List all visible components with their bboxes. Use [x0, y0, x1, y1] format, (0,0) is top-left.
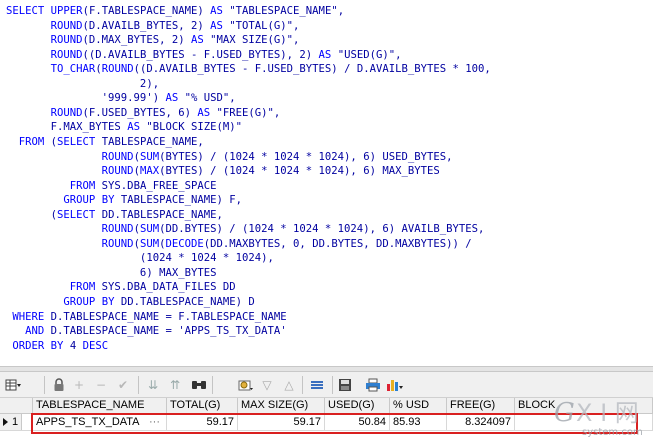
code-line: 2), [6, 77, 160, 90]
code-line: ROUND(D.AVAILB_BYTES, 2) AS "TOTAL(G)", [50, 19, 300, 32]
column-header[interactable]: USED(G) [325, 398, 390, 413]
current-row-arrow-icon [3, 414, 9, 435]
code-line: FROM SYS.DBA_DATA_FILES DD [69, 281, 236, 294]
export-icon[interactable] [308, 376, 326, 394]
row-number: 1 [0, 414, 22, 430]
column-header[interactable]: FREE(G) [447, 398, 515, 413]
code-line: F.MAX_BYTES AS "BLOCK SIZE(M)" [6, 121, 243, 134]
post-icon[interactable]: ✔ [114, 376, 132, 394]
ellipsis-button[interactable]: ··· [149, 414, 160, 430]
sql-editor[interactable]: SELECT UPPER(F.TABLESPACE_NAME) AS "TABL… [0, 0, 653, 366]
cell-max-size[interactable]: 59.17 [238, 414, 325, 430]
code-line: ROUND(MAX(BYTES) / (1024 * 1024 * 1024),… [101, 165, 440, 178]
code-line: FROM (SELECT TABLESPACE_NAME, [18, 135, 204, 148]
row-indicator-header [0, 398, 33, 413]
grid-header: TABLESPACE_NAME TOTAL(G) MAX SIZE(G) USE… [0, 398, 653, 414]
cell-used[interactable]: 50.84 [325, 414, 390, 430]
filter-icon[interactable] [236, 376, 254, 394]
column-header[interactable]: BLOCK [515, 398, 653, 413]
code-line: ROUND(SUM(DD.BYTES) / (1024 * 1024 * 102… [101, 223, 485, 236]
code-line: GROUP BY DD.TABLESPACE_NAME) D [63, 296, 255, 308]
cell-tablespace-name[interactable]: APPS_TS_TX_DATA ··· [33, 414, 167, 430]
cell-pct-used[interactable]: 85.93 [390, 414, 447, 430]
column-header[interactable]: TABLESPACE_NAME [33, 398, 167, 413]
delete-row-icon[interactable]: − [92, 376, 110, 394]
grid-menu-icon[interactable] [4, 376, 22, 394]
save-icon[interactable] [336, 376, 354, 394]
code-line: ROUND(SUM(BYTES) / (1024 * 1024 * 1024),… [101, 150, 453, 163]
code-line: FROM SYS.DBA_FREE_SPACE [69, 179, 217, 192]
cell-value: APPS_TS_TX_DATA [36, 416, 140, 428]
code-line: (SELECT DD.TABLESPACE_NAME, [6, 208, 223, 221]
code-line: ROUND(SUM(DECODE(DD.MAXBYTES, 0, DD.BYTE… [101, 237, 472, 250]
code-line: 6) MAX_BYTES [6, 266, 217, 279]
last-icon[interactable]: ⇈ [166, 376, 184, 394]
column-header[interactable]: TOTAL(G) [167, 398, 238, 413]
column-header[interactable]: % USD [390, 398, 447, 413]
add-row-icon[interactable]: + [70, 376, 88, 394]
code-line: (1024 * 1024 * 1024), [6, 252, 274, 265]
lock-icon[interactable] [50, 376, 68, 394]
row-number-label: 1 [12, 416, 19, 428]
code-line: ROUND(F.USED_BYTES, 6) AS "FREE(G)", [50, 106, 281, 119]
code-line: ROUND(D.MAX_BYTES, 2) AS "MAX SIZE(G)", [50, 34, 300, 47]
code-line: TO_CHAR(ROUND((D.AVAILB_BYTES - F.USED_B… [50, 63, 491, 76]
print-icon[interactable] [364, 376, 382, 394]
cell-free[interactable]: 8.324097 [447, 414, 515, 430]
sort-asc-icon[interactable]: ▽ [258, 376, 276, 394]
code-line: SELECT UPPER(F.TABLESPACE_NAME) AS "TABL… [6, 5, 345, 17]
sort-desc-icon[interactable]: △ [280, 376, 298, 394]
code-line: GROUP BY TABLESPACE_NAME) F, [63, 194, 243, 207]
cell-total[interactable]: 59.17 [167, 414, 238, 430]
result-grid: TABLESPACE_NAME TOTAL(G) MAX SIZE(G) USE… [0, 398, 653, 441]
code-line: WHERE D.TABLESPACE_NAME = F.TABLESPACE_N… [12, 310, 287, 323]
find-icon[interactable] [190, 376, 208, 394]
cell-block-size[interactable] [515, 414, 653, 430]
column-header[interactable]: MAX SIZE(G) [238, 398, 325, 413]
table-row[interactable]: 1 APPS_TS_TX_DATA ··· 59.17 59.17 50.84 … [0, 414, 653, 431]
chart-icon[interactable] [386, 376, 404, 394]
first-icon[interactable]: ⇊ [144, 376, 162, 394]
code-line: ORDER BY 4 DESC [12, 339, 109, 352]
code-line: ROUND((D.AVAILB_BYTES - F.USED_BYTES), 2… [50, 48, 402, 61]
result-toolbar: + − ✔ ⇊ ⇈ ▽ △ [0, 372, 653, 398]
code-line: AND D.TABLESPACE_NAME = 'APPS_TS_TX_DATA… [25, 325, 287, 338]
code-line: '999.99') AS "% USD", [6, 92, 236, 105]
